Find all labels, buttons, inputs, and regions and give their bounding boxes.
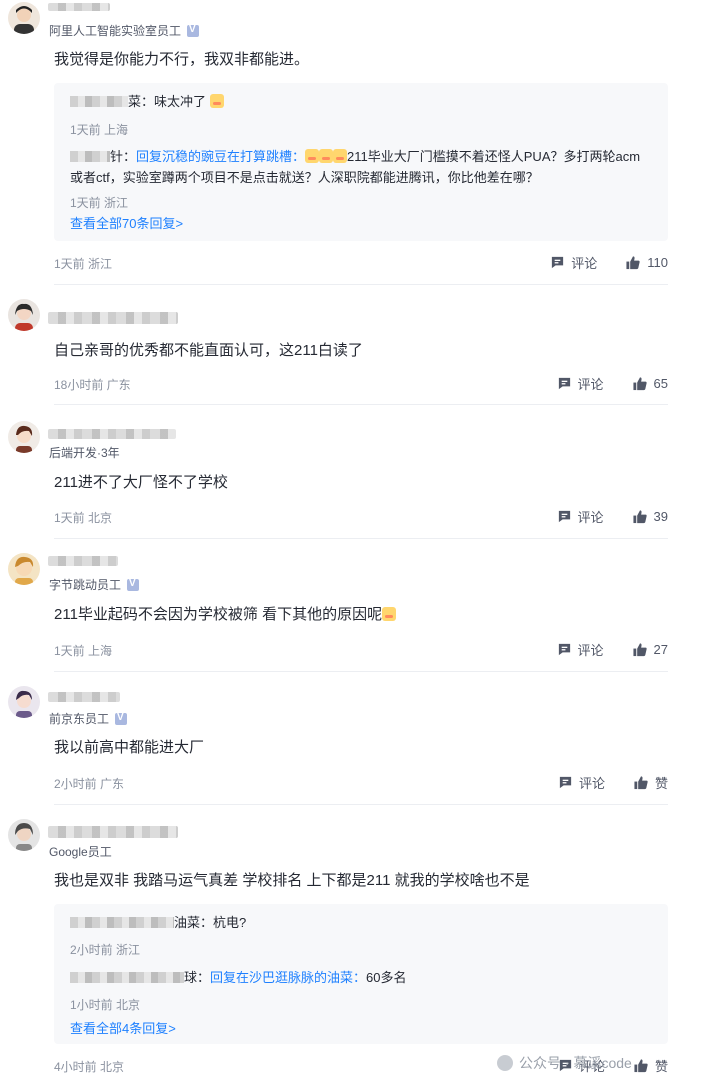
user-title: Google员工 [49, 845, 112, 859]
comment-time: 4小时前 北京 [54, 1060, 125, 1074]
comment-footer: 1天前 浙江 评论 110 [54, 253, 668, 273]
user-title: 前京东员工 [49, 710, 128, 727]
avatar[interactable] [8, 421, 40, 453]
user-title: 后端开发·3年 [49, 446, 120, 460]
reply-item: 球：回复在沙巴逛脉脉的油菜：60多名 [70, 967, 652, 988]
divider [54, 404, 668, 405]
comment-button[interactable]: 评论 [557, 507, 604, 526]
divider [54, 538, 668, 539]
comment-button[interactable]: 评论 [557, 374, 604, 393]
like-button[interactable]: 赞 [633, 1056, 668, 1075]
emoji-icon [333, 149, 348, 163]
avatar[interactable] [8, 2, 40, 34]
username[interactable] [48, 556, 118, 566]
thumbs-up-icon [632, 643, 647, 657]
thumbs-up-icon [632, 510, 647, 524]
reply-item: 菜：味太冲了 [70, 91, 652, 112]
like-button[interactable]: 65 [632, 376, 668, 391]
comment-time: 1天前 上海 [54, 644, 113, 658]
user-title: 阿里人工智能实验室员工 [49, 22, 200, 39]
reply-item: 针：回复沉稳的豌豆在打算跳槽： 211毕业大厂门槛摸不着还怪人PUA？多打两轮ac… [70, 149, 641, 185]
avatar[interactable] [8, 819, 40, 851]
comment-footer: 1天前 北京 评论 39 [54, 507, 668, 527]
username[interactable] [48, 826, 178, 838]
reply-item: 油菜：杭电? [70, 912, 652, 933]
comment-time: 2小时前 广东 [54, 777, 125, 791]
comment-time: 1天前 浙江 [54, 257, 113, 271]
reply-time: 1小时前 北京 [70, 998, 141, 1012]
comment-icon [559, 776, 572, 789]
thumbs-up-icon [626, 256, 640, 270]
watermark: 公众号 · 慕溪code [497, 1053, 632, 1073]
reply-username[interactable] [70, 972, 184, 983]
avatar[interactable] [8, 686, 40, 718]
comment-text: 自己亲哥的优秀都不能直面认可，这211白读了 [54, 342, 363, 359]
view-all-replies-link[interactable]: 查看全部4条回复> [70, 1018, 176, 1037]
comment-time: 18小时前 广东 [54, 378, 131, 392]
comment-text: 我以前高中都能进大厂 [54, 739, 205, 756]
like-button[interactable]: 110 [625, 255, 668, 270]
comment-icon [552, 256, 564, 269]
comment-button[interactable]: 评论 [550, 253, 597, 272]
like-button[interactable]: 39 [632, 509, 668, 524]
reply-username[interactable] [70, 96, 128, 107]
comment-button[interactable]: 评论 [557, 640, 604, 659]
comment-text: 我也是双非 我踏马运气真差 学校排名 上下都是211 就我的学校啥也不是 [54, 872, 530, 889]
divider [54, 284, 668, 285]
verified-icon [115, 712, 128, 725]
reply-to-link[interactable]: 回复在沙巴逛脉脉的油菜： [210, 970, 366, 985]
comment-footer: 2小时前 广东 评论 赞 [54, 773, 668, 793]
reply-username[interactable] [70, 917, 174, 928]
divider [54, 671, 668, 672]
comment-text: 211进不了大厂怪不了学校 [54, 474, 228, 491]
comment-button[interactable]: 评论 [558, 773, 605, 792]
thumbs-up-icon [634, 1059, 648, 1073]
wechat-logo-icon [497, 1055, 513, 1071]
comment-icon [558, 377, 570, 390]
like-button[interactable]: 赞 [633, 773, 668, 792]
divider [54, 804, 668, 805]
avatar[interactable] [8, 553, 40, 585]
emoji-icon [382, 607, 397, 621]
avatar[interactable] [8, 299, 40, 331]
reply-panel: 菜：味太冲了 1天前 上海 针：回复沉稳的豌豆在打算跳槽： 211毕业大厂门槛摸不… [54, 83, 668, 241]
view-all-replies-link[interactable]: 查看全部70条回复> [70, 213, 183, 232]
user-title: 字节跳动员工 [49, 576, 140, 593]
verified-icon [187, 24, 200, 37]
emoji-icon [319, 149, 334, 163]
reply-username[interactable] [70, 151, 110, 162]
verified-icon [127, 578, 140, 591]
reply-to-link[interactable]: 回复沉稳的豌豆在打算跳槽： [136, 149, 305, 164]
comment-icon [558, 510, 570, 523]
thumbs-up-icon [632, 377, 647, 391]
like-button[interactable]: 27 [632, 642, 668, 657]
comment-footer: 1天前 上海 评论 27 [54, 640, 668, 660]
comment-time: 1天前 北京 [54, 511, 113, 525]
username[interactable] [48, 692, 120, 702]
comment-text: 211毕业起码不会因为学校被筛 看下其他的原因呢 [54, 604, 397, 626]
reply-time: 2小时前 浙江 [70, 943, 141, 957]
username[interactable] [48, 3, 110, 11]
emoji-icon [305, 149, 320, 163]
username[interactable] [48, 429, 176, 439]
comment-icon [558, 643, 570, 656]
emoji-icon [209, 94, 224, 108]
thumbs-up-icon [634, 776, 648, 790]
reply-time: 1天前 上海 [70, 123, 129, 137]
reply-panel: 油菜：杭电? 2小时前 浙江 球：回复在沙巴逛脉脉的油菜：60多名 1小时前 北… [54, 904, 668, 1044]
username[interactable] [48, 312, 178, 324]
comment-text: 我觉得是你能力不行，我双非都能进。 [54, 51, 310, 68]
comment-footer: 18小时前 广东 评论 65 [54, 374, 668, 394]
reply-time: 1天前 浙江 [70, 196, 129, 210]
